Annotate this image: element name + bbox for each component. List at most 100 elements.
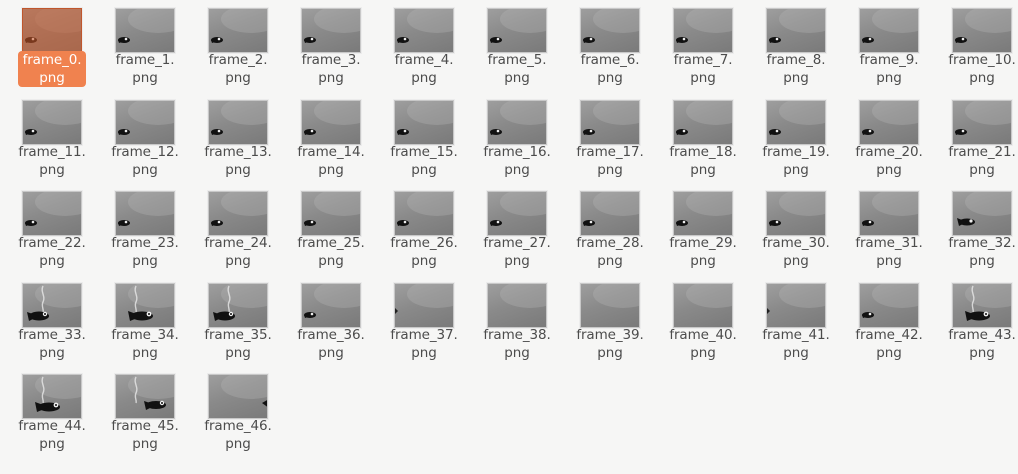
file-name-label[interactable]: frame_7. png [669,51,737,87]
image-thumbnail-icon[interactable] [766,283,826,328]
image-thumbnail-icon[interactable] [115,374,175,419]
file-item[interactable]: frame_13. png [203,92,273,182]
file-name-label[interactable]: frame_33. png [18,326,86,362]
file-item[interactable]: frame_43. png [947,275,1017,365]
file-item[interactable]: frame_1. png [110,0,180,90]
image-thumbnail-icon[interactable] [115,8,175,53]
image-thumbnail-icon[interactable] [580,283,640,328]
image-thumbnail-icon[interactable] [22,374,82,419]
file-item[interactable]: frame_35. png [203,275,273,365]
file-name-label[interactable]: frame_4. png [390,51,458,87]
image-thumbnail-icon[interactable] [115,100,175,145]
image-thumbnail-icon[interactable] [208,191,268,236]
image-thumbnail-icon[interactable] [673,8,733,53]
file-item[interactable]: frame_45. png [110,366,180,456]
image-thumbnail-icon[interactable] [580,100,640,145]
file-item[interactable]: frame_3. png [296,0,366,90]
file-item[interactable]: frame_44. png [17,366,87,456]
file-item[interactable]: frame_8. png [761,0,831,90]
file-item[interactable]: frame_2. png [203,0,273,90]
file-name-label[interactable]: frame_25. png [297,234,365,270]
file-name-label[interactable]: frame_35. png [204,326,272,362]
image-thumbnail-icon[interactable] [487,8,547,53]
file-name-label[interactable]: frame_2. png [204,51,272,87]
file-item[interactable]: frame_6. png [575,0,645,90]
image-thumbnail-icon[interactable] [208,283,268,328]
file-item[interactable]: frame_30. png [761,183,831,273]
file-name-label[interactable]: frame_13. png [204,143,272,179]
file-name-label[interactable]: frame_3. png [297,51,365,87]
file-name-label[interactable]: frame_37. png [390,326,458,362]
file-name-label[interactable]: frame_43. png [948,326,1016,362]
file-item[interactable]: frame_11. png [17,92,87,182]
file-name-label[interactable]: frame_27. png [483,234,551,270]
file-item[interactable]: frame_32. png [947,183,1017,273]
image-thumbnail-icon[interactable] [952,100,1012,145]
file-item[interactable]: frame_37. png [389,275,459,365]
file-name-label[interactable]: frame_14. png [297,143,365,179]
image-thumbnail-icon[interactable] [22,283,82,328]
image-thumbnail-icon[interactable] [22,100,82,145]
file-item[interactable]: frame_19. png [761,92,831,182]
file-item[interactable]: frame_42. png [854,275,924,365]
file-name-label[interactable]: frame_5. png [483,51,551,87]
file-name-label[interactable]: frame_12. png [111,143,179,179]
file-name-label[interactable]: frame_34. png [111,326,179,362]
file-item[interactable]: frame_7. png [668,0,738,90]
file-item[interactable]: frame_25. png [296,183,366,273]
file-item[interactable]: frame_16. png [482,92,552,182]
file-item[interactable]: frame_14. png [296,92,366,182]
image-thumbnail-icon[interactable] [487,283,547,328]
file-item[interactable]: frame_22. png [17,183,87,273]
file-item[interactable]: frame_33. png [17,275,87,365]
file-item[interactable]: frame_31. png [854,183,924,273]
file-name-label[interactable]: frame_15. png [390,143,458,179]
file-item[interactable]: frame_23. png [110,183,180,273]
image-thumbnail-icon[interactable] [766,100,826,145]
image-thumbnail-icon[interactable] [394,8,454,53]
file-name-label[interactable]: frame_18. png [669,143,737,179]
image-thumbnail-icon[interactable] [394,283,454,328]
file-item[interactable]: frame_5. png [482,0,552,90]
image-thumbnail-icon[interactable] [22,8,82,53]
file-name-label[interactable]: frame_22. png [18,234,86,270]
file-item[interactable]: frame_0. png [17,0,87,90]
file-name-label[interactable]: frame_9. png [855,51,923,87]
image-thumbnail-icon[interactable] [952,191,1012,236]
image-thumbnail-icon[interactable] [766,191,826,236]
image-thumbnail-icon[interactable] [394,100,454,145]
file-item[interactable]: frame_26. png [389,183,459,273]
file-item[interactable]: frame_15. png [389,92,459,182]
file-name-label[interactable]: frame_41. png [762,326,830,362]
file-name-label[interactable]: frame_21. png [948,143,1016,179]
image-thumbnail-icon[interactable] [673,100,733,145]
image-thumbnail-icon[interactable] [952,283,1012,328]
file-item[interactable]: frame_41. png [761,275,831,365]
file-name-label[interactable]: frame_38. png [483,326,551,362]
image-thumbnail-icon[interactable] [487,191,547,236]
file-item[interactable]: frame_36. png [296,275,366,365]
file-item[interactable]: frame_46. png [203,366,273,456]
image-thumbnail-icon[interactable] [208,374,268,419]
image-thumbnail-icon[interactable] [859,100,919,145]
image-thumbnail-icon[interactable] [952,8,1012,53]
image-thumbnail-icon[interactable] [208,100,268,145]
file-item[interactable]: frame_9. png [854,0,924,90]
file-item[interactable]: frame_29. png [668,183,738,273]
image-thumbnail-icon[interactable] [859,283,919,328]
file-name-label[interactable]: frame_0. png [18,51,86,87]
file-item[interactable]: frame_24. png [203,183,273,273]
file-name-label[interactable]: frame_17. png [576,143,644,179]
file-name-label[interactable]: frame_6. png [576,51,644,87]
file-name-label[interactable]: frame_28. png [576,234,644,270]
file-name-label[interactable]: frame_30. png [762,234,830,270]
image-thumbnail-icon[interactable] [766,8,826,53]
image-thumbnail-icon[interactable] [115,191,175,236]
image-thumbnail-icon[interactable] [673,191,733,236]
file-name-label[interactable]: frame_44. png [18,417,86,453]
file-item[interactable]: frame_10. png [947,0,1017,90]
file-name-label[interactable]: frame_16. png [483,143,551,179]
file-name-label[interactable]: frame_39. png [576,326,644,362]
file-name-label[interactable]: frame_20. png [855,143,923,179]
file-name-label[interactable]: frame_26. png [390,234,458,270]
